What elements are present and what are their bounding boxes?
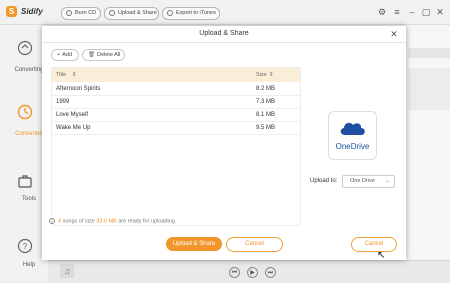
minimize-icon[interactable]: – (407, 7, 417, 17)
trash-icon: 🗑 (88, 52, 95, 58)
burn-cd-button[interactable]: Burn CD (61, 7, 101, 20)
onedrive-label: OneDrive (335, 142, 370, 151)
help-icon[interactable]: ? (17, 238, 33, 254)
upload-share-button[interactable]: Upload & Share (104, 7, 159, 20)
burn-cd-label: Burn CD (75, 10, 97, 16)
converting-icon[interactable] (17, 40, 33, 56)
table-row[interactable]: Love Myself 8.1 MB (52, 108, 300, 122)
dialog-close-icon[interactable]: ✕ (388, 28, 400, 40)
menu-icon[interactable]: ≡ (392, 7, 402, 17)
add-label: Add (62, 52, 73, 58)
cancel-button[interactable]: Cancel (226, 237, 283, 252)
table-header: Title ⇕ Size ⇕ (52, 68, 300, 82)
upload-to-label: Upload to: (310, 178, 338, 184)
info-text-b: are ready for uploading. (118, 218, 177, 225)
upload-to-select[interactable]: One Drive ⌄ (342, 175, 395, 188)
sort-icon[interactable]: ⇕ (269, 72, 274, 78)
export-icon (167, 9, 173, 16)
sort-icon[interactable]: ⇕ (72, 72, 77, 78)
music-note-icon: ♫ (60, 264, 74, 278)
delete-all-button[interactable]: 🗑 Delete All (82, 49, 125, 61)
row-size: 8.1 MB (256, 112, 276, 118)
song-count: 4 (58, 218, 62, 225)
table-row[interactable]: Afternoon Spirits 8.2 MB (52, 82, 300, 96)
total-size: 33.0 MB (96, 218, 117, 225)
row-title: 1999 (56, 99, 70, 105)
dialog-title: Upload & Share (199, 30, 249, 37)
row-size: 9.5 MB (256, 125, 276, 131)
table-row[interactable]: 1999 7.3 MB (52, 95, 300, 109)
onedrive-service-card[interactable]: OneDrive (328, 111, 377, 160)
play-icon[interactable]: ▶ (247, 267, 258, 278)
upload-info: i4 songs of size 33.0 MB are ready for u… (49, 218, 176, 224)
background-row (408, 48, 450, 58)
maximize-icon[interactable]: ▢ (421, 7, 431, 17)
row-size: 8.2 MB (256, 86, 276, 92)
upload-icon (109, 9, 115, 16)
upload-share-submit-button[interactable]: Upload & Share (166, 237, 222, 251)
row-title: Wake Me Up (56, 125, 91, 131)
previous-icon[interactable]: ⏮ (229, 267, 240, 278)
upload-share-label: Upload & Share (118, 10, 157, 16)
column-header-size[interactable]: Size (256, 72, 267, 78)
row-title: Love Myself (56, 112, 89, 118)
converted-clock-icon[interactable] (17, 104, 33, 120)
export-itunes-button[interactable]: Export to iTunes (162, 7, 220, 20)
disc-icon (66, 9, 72, 16)
add-button[interactable]: + Add (51, 49, 79, 61)
next-icon[interactable]: ⏭ (265, 267, 276, 278)
mouse-cursor-icon: ↖ (377, 250, 386, 261)
info-icon: i (49, 218, 55, 224)
plus-icon: + (57, 52, 61, 58)
row-size: 7.3 MB (256, 99, 276, 105)
app-logo: S (6, 6, 17, 17)
row-title: Afternoon Spirits (56, 86, 101, 92)
background-row (408, 68, 450, 110)
info-text-a: songs of size (62, 218, 95, 225)
cloud-icon (340, 122, 365, 135)
cancel-button-secondary[interactable]: Cancel (351, 237, 397, 252)
export-itunes-label: Export to iTunes (176, 10, 216, 16)
column-header-title[interactable]: Title (56, 72, 66, 78)
window-close-icon[interactable]: ✕ (435, 7, 445, 17)
tools-icon[interactable] (17, 173, 33, 189)
settings-icon[interactable]: ⚙ (377, 7, 387, 17)
delete-all-label: Delete All (96, 52, 121, 58)
table-row[interactable]: Wake Me Up 9.5 MB (52, 121, 300, 135)
upload-to-value: One Drive (350, 178, 375, 184)
song-table: Title ⇕ Size ⇕ Afternoon Spirits 8.2 MB … (51, 67, 301, 226)
chevron-down-icon: ⌄ (384, 178, 390, 184)
divider (42, 42, 406, 43)
upload-share-dialog: Upload & Share ✕ + Add 🗑 Delete All Title … (42, 26, 406, 261)
app-name: Sidify (21, 7, 43, 16)
svg-text:?: ? (23, 242, 28, 251)
